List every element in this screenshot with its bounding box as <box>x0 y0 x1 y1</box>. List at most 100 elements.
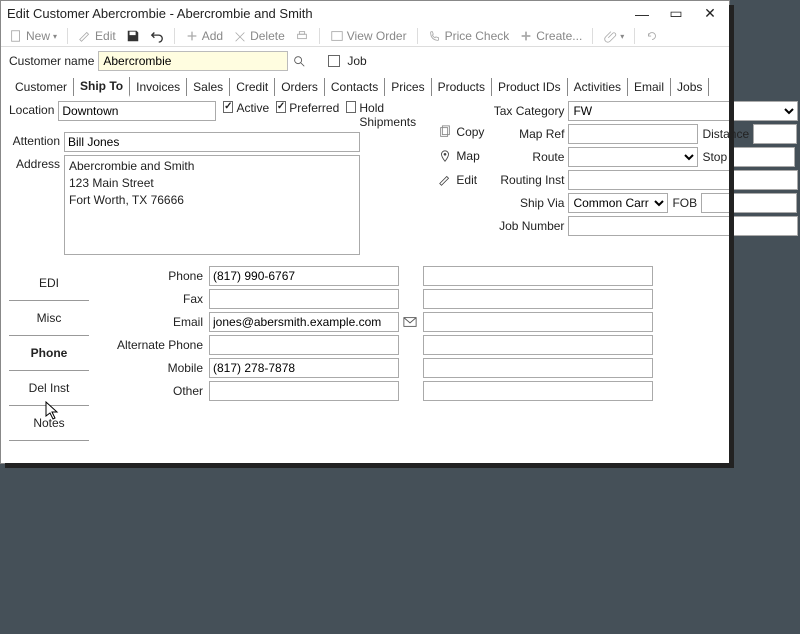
hold-label: Hold Shipments <box>359 101 430 129</box>
create-button[interactable]: Create... <box>517 29 584 43</box>
save-button[interactable] <box>124 29 142 43</box>
alt-phone-input[interactable] <box>209 335 399 355</box>
vtab-del-inst[interactable]: Del Inst <box>9 371 89 406</box>
vertical-tabs: EDI Misc Phone Del Inst Notes <box>9 266 89 441</box>
route-select[interactable] <box>568 147 698 167</box>
fax-input[interactable] <box>209 289 399 309</box>
tab-customer[interactable]: Customer <box>9 78 74 96</box>
tab-invoices[interactable]: Invoices <box>130 78 187 96</box>
attention-input[interactable] <box>64 132 360 152</box>
attention-label: Attention <box>9 132 64 148</box>
tab-product-ids[interactable]: Product IDs <box>492 78 568 96</box>
tab-jobs[interactable]: Jobs <box>671 78 709 96</box>
view-order-button[interactable]: View Order <box>328 29 409 43</box>
tab-contacts[interactable]: Contacts <box>325 78 385 96</box>
tab-products[interactable]: Products <box>432 78 492 96</box>
fob-label: FOB <box>668 196 701 210</box>
plus-icon <box>185 29 199 43</box>
mobile-input[interactable] <box>209 358 399 378</box>
vtab-edi[interactable]: EDI <box>9 266 89 301</box>
maximize-button[interactable]: ▭ <box>663 5 689 22</box>
minimize-button[interactable]: — <box>629 6 655 22</box>
phone-input-2[interactable] <box>423 266 653 286</box>
active-checkbox[interactable] <box>223 101 233 113</box>
tax-category-label: Tax Category <box>492 104 568 118</box>
location-label: Location <box>9 101 58 117</box>
tax-category-select[interactable]: FW <box>568 101 798 121</box>
print-button[interactable] <box>293 29 311 43</box>
routing-inst-label: Routing Inst <box>492 173 568 187</box>
tab-credit[interactable]: Credit <box>230 78 275 96</box>
email-input-2[interactable] <box>423 312 653 332</box>
attach-button[interactable]: ▾ <box>601 29 626 43</box>
address-box[interactable]: Abercrombie and Smith 123 Main Street Fo… <box>64 155 360 255</box>
location-input[interactable] <box>58 101 216 121</box>
customer-name-input[interactable] <box>98 51 288 71</box>
refresh-button[interactable] <box>643 29 661 43</box>
map-ref-input[interactable] <box>568 124 698 144</box>
fob-input[interactable] <box>701 193 797 213</box>
new-icon <box>9 29 23 43</box>
toolbar: New ▾ Edit Add Delete View Order <box>1 26 729 47</box>
tab-orders[interactable]: Orders <box>275 78 325 96</box>
phone-icon <box>428 29 442 43</box>
list-icon <box>330 29 344 43</box>
email-label: Email <box>97 315 209 329</box>
vtab-phone[interactable]: Phone <box>9 336 89 371</box>
tab-sales[interactable]: Sales <box>187 78 230 96</box>
tab-activities[interactable]: Activities <box>568 78 628 96</box>
close-button[interactable]: ✕ <box>697 5 723 22</box>
email-input[interactable] <box>209 312 399 332</box>
vtab-notes[interactable]: Notes <box>9 406 89 441</box>
plus-bold-icon <box>519 29 533 43</box>
routing-inst-input[interactable] <box>568 170 798 190</box>
undo-icon <box>150 29 164 43</box>
alt-phone-input-2[interactable] <box>423 335 653 355</box>
email-icon[interactable] <box>403 316 417 328</box>
distance-input[interactable] <box>753 124 797 144</box>
mobile-input-2[interactable] <box>423 358 653 378</box>
undo-button[interactable] <box>148 29 166 43</box>
search-icon[interactable] <box>292 54 310 68</box>
pencil-icon <box>78 29 92 43</box>
hold-checkbox[interactable] <box>346 101 356 113</box>
distance-label: Distance <box>698 127 753 141</box>
copy-button[interactable]: Copy <box>438 125 484 139</box>
preferred-label: Preferred <box>289 101 339 115</box>
route-label: Route <box>492 150 568 164</box>
tab-ship-to[interactable]: Ship To <box>74 77 130 97</box>
print-icon <box>295 29 309 43</box>
tab-prices[interactable]: Prices <box>385 78 431 96</box>
edit-button[interactable]: Edit <box>76 29 118 43</box>
window-title: Edit Customer Abercrombie - Abercrombie … <box>7 6 313 21</box>
map-ref-label: Map Ref <box>492 127 568 141</box>
delete-button[interactable]: Delete <box>231 29 287 43</box>
vtab-misc[interactable]: Misc <box>9 301 89 336</box>
map-button[interactable]: Map <box>438 149 484 163</box>
active-label: Active <box>236 101 269 115</box>
tab-bar: Customer Ship To Invoices Sales Credit O… <box>1 75 729 97</box>
edit-address-button[interactable]: Edit <box>438 173 484 187</box>
pencil-icon <box>438 173 452 187</box>
tab-email[interactable]: Email <box>628 78 671 96</box>
job-number-label: Job Number <box>492 219 568 233</box>
phone-input[interactable] <box>209 266 399 286</box>
other-label: Other <box>97 384 209 398</box>
phone-label: Phone <box>97 269 209 283</box>
add-button[interactable]: Add <box>183 29 225 43</box>
preferred-checkbox[interactable] <box>276 101 286 113</box>
stop-input[interactable] <box>731 147 795 167</box>
job-number-input[interactable] <box>568 216 798 236</box>
ship-via-select[interactable]: Common Carr <box>568 193 668 213</box>
stop-label: Stop <box>698 150 731 164</box>
delete-icon <box>233 29 247 43</box>
customer-name-label: Customer name <box>9 54 94 68</box>
alt-phone-label: Alternate Phone <box>97 338 209 352</box>
job-checkbox[interactable] <box>328 55 340 67</box>
other-input[interactable] <box>209 381 399 401</box>
other-input-2[interactable] <box>423 381 653 401</box>
copy-icon <box>438 125 452 139</box>
fax-input-2[interactable] <box>423 289 653 309</box>
new-button[interactable]: New ▾ <box>7 29 59 43</box>
price-check-button[interactable]: Price Check <box>426 29 512 43</box>
